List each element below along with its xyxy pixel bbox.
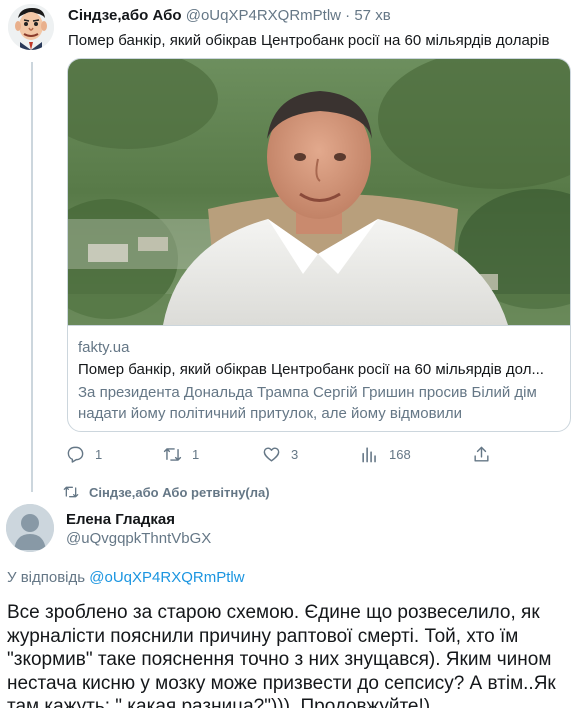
- retweet-count: 1: [192, 447, 200, 462]
- reply-author-avatar[interactable]: [6, 504, 54, 552]
- card-description: За президента Дональда Трампа Сергій Гри…: [78, 384, 537, 422]
- heart-icon: [263, 447, 280, 462]
- analytics-icon: [362, 447, 376, 463]
- retweet-icon: [163, 448, 182, 461]
- analytics-count: 168: [389, 447, 411, 462]
- retweet-button[interactable]: 1: [163, 445, 199, 464]
- card-body: fakty.ua Помер банкір, який обікрав Цент…: [68, 325, 570, 431]
- link-preview-card[interactable]: fakty.ua Помер банкір, який обікрав Цент…: [67, 58, 571, 432]
- replying-to-prefix: У відповідь: [7, 569, 86, 586]
- tweet-timestamp[interactable]: 57 хв: [354, 7, 390, 24]
- reply-author-handle[interactable]: @uQvgqpkThntVbGX: [66, 530, 211, 547]
- reply-text: Все зроблено за старою схемою. Єдине що …: [7, 602, 556, 708]
- header-separator: ·: [345, 7, 351, 24]
- retweet-indicator-text[interactable]: Сіндзе,або Або ретвітну(ла): [89, 485, 270, 500]
- like-button[interactable]: 3: [262, 445, 298, 464]
- analytics-button[interactable]: 168: [360, 445, 411, 464]
- retweet-small-icon: [63, 486, 79, 498]
- retweet-indicator: Сіндзе,або Або ретвітну(ла): [63, 484, 270, 500]
- author-name[interactable]: Сіндзе,або Або: [68, 7, 182, 24]
- reply-button[interactable]: 1: [66, 445, 102, 464]
- thread-connector-line: [31, 62, 33, 492]
- tweet-header: Сіндзе,або Або @oUqXP4RXQRmPtlw · 57 хв: [68, 7, 391, 24]
- author-avatar[interactable]: [8, 4, 54, 50]
- caricature-avatar-icon: [8, 4, 54, 50]
- author-handle[interactable]: @oUqXP4RXQRmPtlw: [186, 7, 341, 24]
- replying-to-line: У відповідь @oUqXP4RXQRmPtlw: [7, 569, 245, 586]
- card-title: Помер банкір, який обікрав Центробанк ро…: [78, 361, 544, 378]
- default-profile-icon: [6, 504, 54, 552]
- share-button[interactable]: [472, 445, 491, 464]
- reply-count: 1: [95, 447, 103, 462]
- card-domain: fakty.ua: [78, 339, 130, 356]
- tweet-text: Помер банкір, який обікрав Центробанк ро…: [68, 32, 550, 49]
- like-count: 3: [291, 447, 299, 462]
- card-photo: [68, 59, 570, 325]
- replying-to-link[interactable]: @oUqXP4RXQRmPtlw: [89, 569, 244, 586]
- reply-icon: [67, 446, 84, 463]
- share-icon: [474, 446, 489, 462]
- reply-author-name[interactable]: Елена Гладкая: [66, 511, 175, 528]
